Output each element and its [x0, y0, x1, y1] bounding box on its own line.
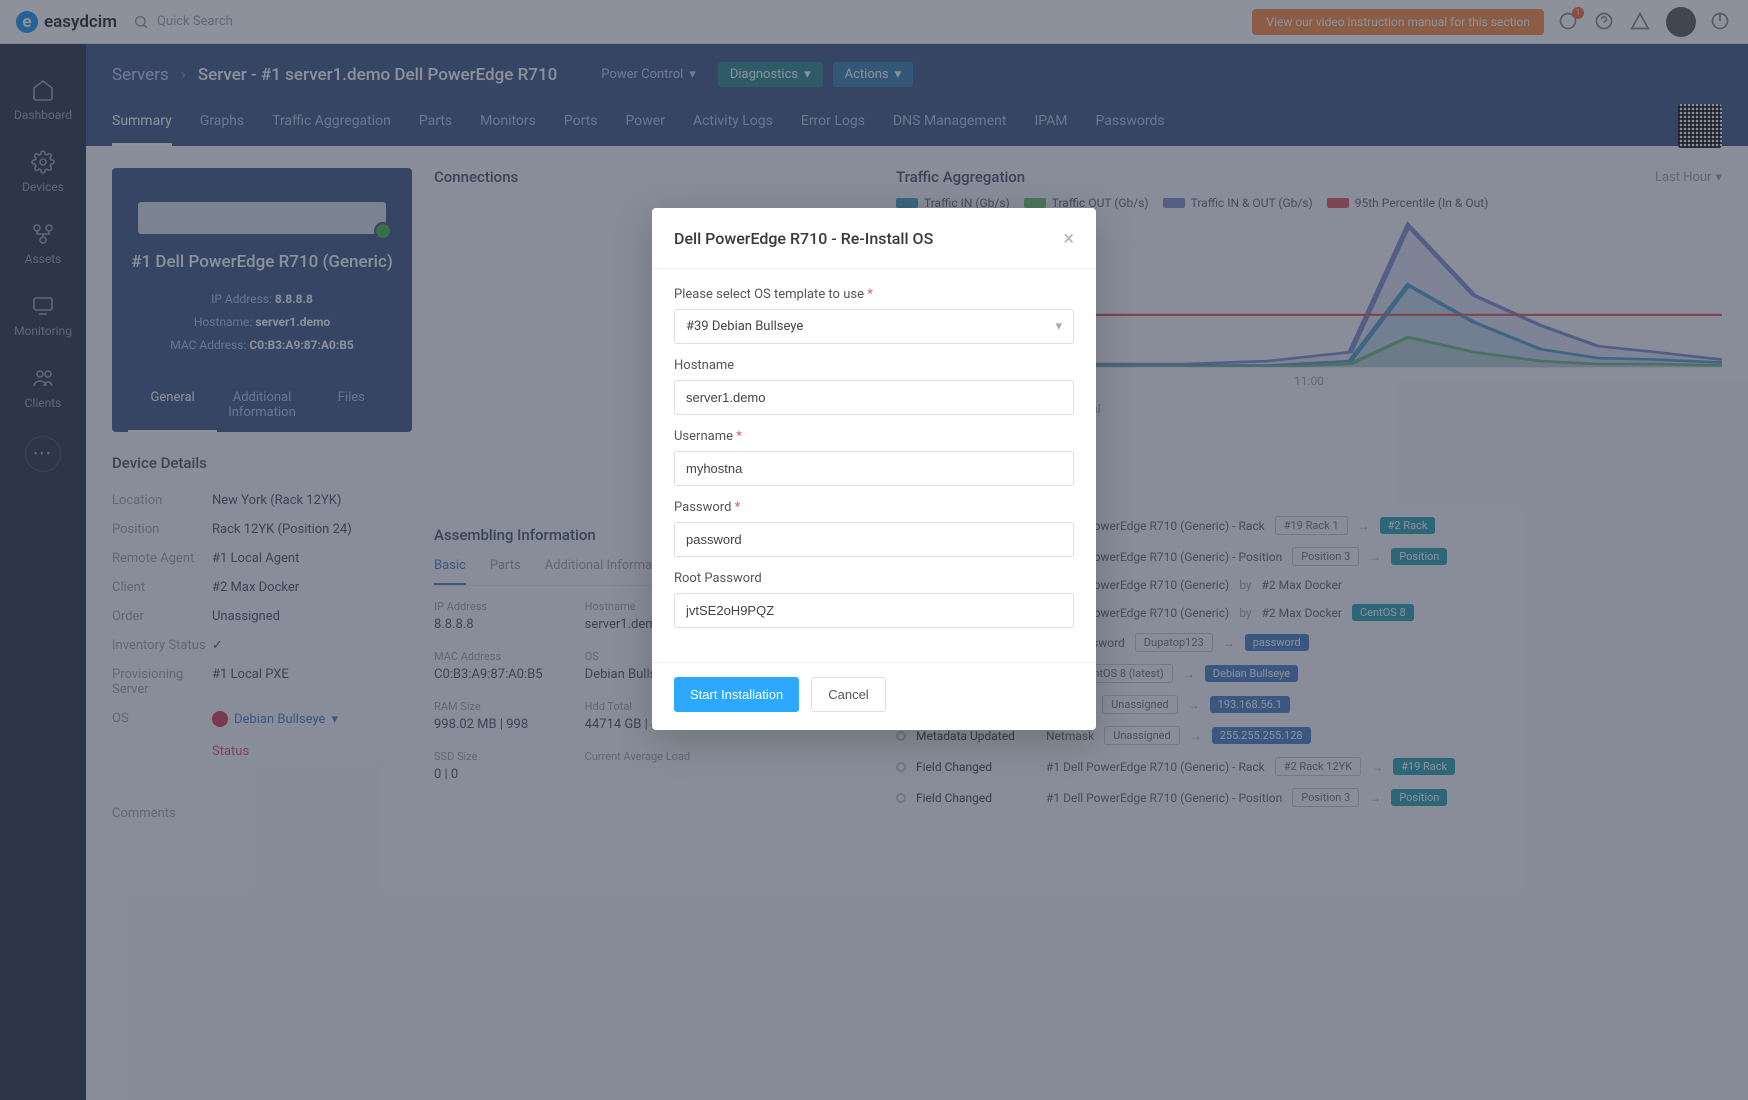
modal-title: Dell PowerEdge R710 - Re-Install OS [674, 229, 933, 248]
start-installation-button[interactable]: Start Installation [674, 677, 799, 712]
modal-footer: Start Installation Cancel [652, 662, 1096, 730]
password-field[interactable] [674, 522, 1074, 557]
modal-header: Dell PowerEdge R710 - Re-Install OS × [652, 208, 1096, 269]
os-template-label: Please select OS template to use * [674, 287, 1074, 302]
hostname-label: Hostname [674, 358, 1074, 373]
reinstall-os-modal: Dell PowerEdge R710 - Re-Install OS × Pl… [652, 208, 1096, 730]
root-password-field[interactable] [674, 593, 1074, 628]
cancel-button[interactable]: Cancel [811, 677, 885, 712]
username-label: Username * [674, 429, 1074, 444]
chevron-down-icon: ▾ [1055, 319, 1062, 334]
os-template-select[interactable]: #39 Debian Bullseye ▾ [674, 309, 1074, 344]
hostname-field[interactable] [674, 380, 1074, 415]
password-label: Password * [674, 500, 1074, 515]
os-template-value: #39 Debian Bullseye [686, 319, 803, 334]
modal-overlay[interactable]: Dell PowerEdge R710 - Re-Install OS × Pl… [0, 0, 1748, 1100]
root-password-label: Root Password [674, 571, 1074, 586]
username-field[interactable] [674, 451, 1074, 486]
modal-body: Please select OS template to use * #39 D… [652, 269, 1096, 662]
close-icon[interactable]: × [1063, 226, 1074, 250]
